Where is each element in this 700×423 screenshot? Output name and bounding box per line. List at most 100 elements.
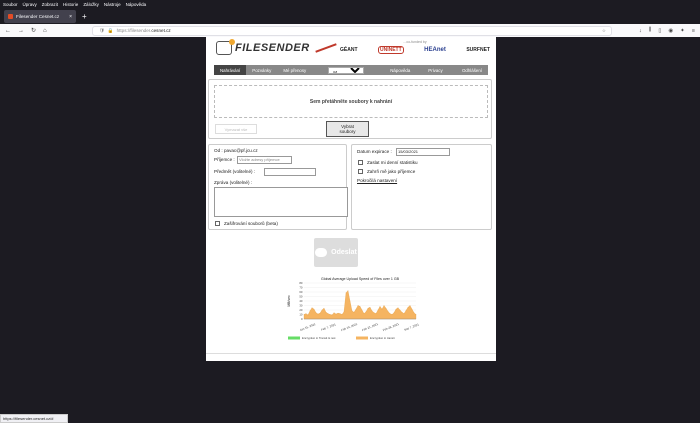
chart-point bbox=[353, 312, 355, 313]
hamburger-menu-icon[interactable]: ≡ bbox=[692, 28, 695, 34]
partner-logos: ...co-funded by GÉANT UNINETT HEAnet SUR… bbox=[340, 40, 490, 54]
subject-input[interactable] bbox=[264, 168, 316, 176]
chart-ytick-label: 30 bbox=[299, 304, 303, 308]
options-box: Datum expirace : 15/03/2021 Zaslat mi de… bbox=[351, 144, 492, 230]
chart-point bbox=[343, 311, 345, 313]
encryption-checkbox[interactable] bbox=[215, 221, 220, 226]
sidebar-icon[interactable]: ▯ bbox=[658, 28, 661, 34]
chart-point bbox=[367, 307, 369, 309]
chart-point bbox=[371, 310, 373, 312]
chart-point bbox=[327, 313, 329, 314]
include-me-label: Zahrň mě jako příjemce bbox=[367, 169, 416, 174]
legend-swatch-transit-rest bbox=[288, 336, 300, 340]
chart-point bbox=[321, 309, 323, 311]
tab-logout[interactable]: Odhlášení bbox=[456, 65, 488, 75]
tab-my-transfers[interactable]: Mé přenosy bbox=[277, 65, 312, 75]
chart-area-encryption-in-transit bbox=[303, 290, 417, 320]
url-bar[interactable]: 🛡 🔒 https://filesender.cesnet.cz ☆ bbox=[92, 25, 612, 36]
chart-point bbox=[383, 305, 385, 306]
cloud-upload-icon bbox=[315, 248, 328, 257]
chart-point bbox=[395, 308, 397, 310]
chart-ytick-label: 70 bbox=[299, 286, 303, 290]
chart-point bbox=[341, 314, 343, 315]
chart-ytick-label: 10 bbox=[299, 313, 303, 317]
expiry-date-input[interactable]: 15/03/2021 bbox=[396, 148, 450, 156]
close-tab-icon[interactable]: × bbox=[69, 14, 72, 20]
chart-ytick-label: 20 bbox=[299, 308, 303, 312]
chart-point bbox=[405, 310, 407, 311]
reload-icon[interactable]: ↻ bbox=[31, 27, 36, 34]
chart-svg: Global Average Upload Speed of Files ove… bbox=[287, 277, 420, 340]
new-tab-button[interactable]: + bbox=[82, 12, 87, 21]
upload-box: Sem přetáhněte soubory k nahrání Vymazat… bbox=[208, 79, 492, 139]
tab-help[interactable]: Nápověda bbox=[384, 65, 416, 75]
chart-ytick-label: 60 bbox=[299, 290, 303, 294]
forward-icon[interactable]: → bbox=[18, 28, 24, 34]
chart-point bbox=[357, 305, 359, 306]
chart-point bbox=[403, 313, 405, 314]
chart-point bbox=[391, 314, 393, 315]
url-text: https://filesender.cesnet.cz bbox=[116, 28, 171, 33]
tab-upload[interactable]: Nahrávání bbox=[214, 65, 247, 75]
chart-point bbox=[331, 314, 333, 316]
tab-invitations[interactable]: Pozvánky bbox=[246, 65, 277, 75]
chart-point bbox=[409, 305, 411, 306]
menu-tools[interactable]: Nástroje bbox=[104, 2, 121, 7]
send-button[interactable]: Odeslat bbox=[314, 238, 358, 267]
menu-edit[interactable]: Úpravy bbox=[23, 2, 37, 7]
menu-history[interactable]: Historie bbox=[63, 2, 78, 7]
chart-point bbox=[309, 310, 311, 312]
chart-point bbox=[407, 307, 409, 308]
chart-point bbox=[377, 309, 379, 311]
chart-point bbox=[393, 312, 395, 313]
menu-bookmarks[interactable]: Záložky bbox=[83, 2, 99, 7]
clear-all-button[interactable]: Vymazat vše bbox=[215, 124, 257, 134]
bookmark-star-icon[interactable]: ☆ bbox=[602, 28, 606, 34]
menu-file[interactable]: Soubor bbox=[3, 2, 18, 7]
chart-point bbox=[311, 307, 313, 308]
tab-privacy[interactable]: Privacy bbox=[422, 65, 448, 75]
from-label: Od : pavac@pf.jcu.cz bbox=[214, 148, 258, 153]
select-files-button[interactable]: Vybrat soubory bbox=[326, 121, 369, 137]
chart-point bbox=[369, 307, 371, 308]
chart-point bbox=[313, 308, 315, 310]
back-icon[interactable]: ← bbox=[5, 28, 11, 34]
logo-text: FILESENDER bbox=[235, 42, 310, 54]
download-icon[interactable]: ↓ bbox=[639, 28, 642, 34]
menu-help[interactable]: Nápověda bbox=[126, 2, 147, 7]
chart-point bbox=[397, 307, 399, 308]
drop-zone[interactable]: Sem přetáhněte soubory k nahrání bbox=[214, 85, 488, 118]
message-textarea[interactable] bbox=[214, 187, 348, 217]
chart-point bbox=[375, 313, 377, 314]
chart-point bbox=[349, 300, 351, 302]
recipients-input[interactable]: Vložte adresy příjemce bbox=[237, 156, 292, 164]
chart-ylabel: MB/sec bbox=[287, 295, 291, 307]
chart-point bbox=[385, 307, 387, 309]
filesender-page: FILESENDER ...co-funded by GÉANT UNINETT… bbox=[206, 37, 496, 361]
chart-point bbox=[351, 310, 353, 312]
chart-xtick-label: Jan 31, 2021 bbox=[299, 322, 316, 332]
lock-icon: 🔒 bbox=[107, 27, 114, 33]
chart-point bbox=[315, 312, 317, 313]
include-me-checkbox[interactable] bbox=[358, 169, 363, 174]
daily-stats-checkbox[interactable] bbox=[358, 160, 363, 165]
browser-tab[interactable]: Filesender Cesnet.cz × bbox=[4, 10, 76, 23]
logo-mark-icon bbox=[216, 39, 235, 55]
partner-logo-uninett: UNINETT bbox=[378, 46, 404, 54]
chart-point bbox=[365, 311, 367, 313]
chart-point bbox=[325, 312, 327, 313]
encryption-label: Zašifrování souborů (beta) bbox=[224, 221, 278, 226]
message-label: Zpráva (volitelné) : bbox=[214, 180, 253, 185]
chart-point bbox=[361, 309, 363, 311]
menu-view[interactable]: Zobrazit bbox=[42, 2, 58, 7]
home-icon[interactable]: ⌂ bbox=[43, 28, 47, 34]
language-select[interactable]: cz bbox=[328, 66, 365, 74]
account-icon[interactable]: ◉ bbox=[668, 28, 673, 34]
chart-xtick-label: Feb 14, 2021 bbox=[341, 322, 359, 332]
library-icon[interactable]: ⫼ bbox=[649, 27, 652, 34]
chart-point bbox=[329, 314, 331, 315]
advanced-settings-link[interactable]: Pokročilá nastavení bbox=[357, 178, 397, 183]
chart-point bbox=[347, 290, 349, 291]
extensions-icon[interactable]: ✦ bbox=[680, 28, 685, 34]
chart-xtick-label: Mar 7, 2021 bbox=[404, 322, 420, 332]
